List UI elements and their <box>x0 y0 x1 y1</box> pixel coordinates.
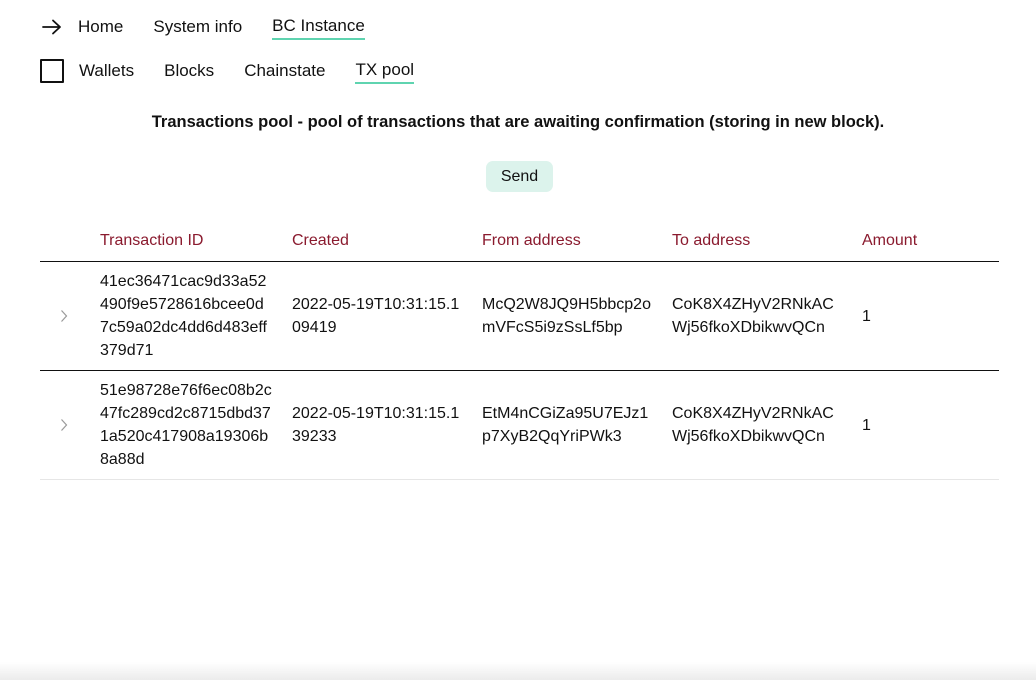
sub-nav: Wallets Blocks Chainstate TX pool <box>40 58 444 84</box>
page-title: Transactions pool - pool of transactions… <box>151 113 885 131</box>
cell-created: 2022-05-19T10:31:15.139233 <box>292 405 460 445</box>
cell-to-address: CoK8X4ZHyV2RNkACWj56fkoXDbikwvQCn <box>672 405 834 445</box>
table-row[interactable]: 51e98728e76f6ec08b2c47fc289cd2c8715dbd37… <box>40 371 999 480</box>
column-header-from-address[interactable]: From address <box>482 232 581 250</box>
window-bottom-shadow <box>0 662 1036 680</box>
chevron-right-icon[interactable] <box>58 306 70 326</box>
chevron-right-icon[interactable] <box>58 415 70 435</box>
cell-amount: 1 <box>862 417 871 434</box>
column-header-created[interactable]: Created <box>292 232 349 250</box>
cell-created: 2022-05-19T10:31:15.109419 <box>292 296 460 336</box>
nav-link-tx-pool[interactable]: TX pool <box>355 59 415 84</box>
nav-link-home[interactable]: Home <box>78 15 123 40</box>
nav-link-chainstate[interactable]: Chainstate <box>244 59 325 84</box>
nav-link-bc-instance[interactable]: BC Instance <box>272 15 365 40</box>
column-header-to-address[interactable]: To address <box>672 232 750 250</box>
cell-transaction-id: 41ec36471cac9d33a52490f9e5728616bcee0d7c… <box>100 273 267 359</box>
page: Home System info BC Instance Wallets Blo… <box>0 0 1036 680</box>
column-header-amount[interactable]: Amount <box>862 232 917 250</box>
send-button[interactable]: Send <box>486 161 553 192</box>
arrow-right-icon[interactable] <box>40 15 64 39</box>
nav-link-system-info[interactable]: System info <box>153 15 242 40</box>
table-header: Transaction ID Created From address To a… <box>40 222 999 262</box>
cell-transaction-id: 51e98728e76f6ec08b2c47fc289cd2c8715dbd37… <box>100 382 272 468</box>
column-header-transaction-id[interactable]: Transaction ID <box>100 232 203 250</box>
top-nav: Home System info BC Instance <box>40 14 395 40</box>
checkbox-icon[interactable] <box>40 59 64 83</box>
table-row[interactable]: 41ec36471cac9d33a52490f9e5728616bcee0d7c… <box>40 262 999 371</box>
cell-to-address: CoK8X4ZHyV2RNkACWj56fkoXDbikwvQCn <box>672 296 834 336</box>
cell-from-address: EtM4nCGiZa95U7EJz1p7XyB2QqYriPWk3 <box>482 405 649 445</box>
cell-from-address: McQ2W8JQ9H5bbcp2omVFcS5i9zSsLf5bp <box>482 296 651 336</box>
transactions-table: Transaction ID Created From address To a… <box>40 222 999 480</box>
nav-link-blocks[interactable]: Blocks <box>164 59 214 84</box>
cell-amount: 1 <box>862 308 871 325</box>
nav-link-wallets[interactable]: Wallets <box>79 59 134 84</box>
